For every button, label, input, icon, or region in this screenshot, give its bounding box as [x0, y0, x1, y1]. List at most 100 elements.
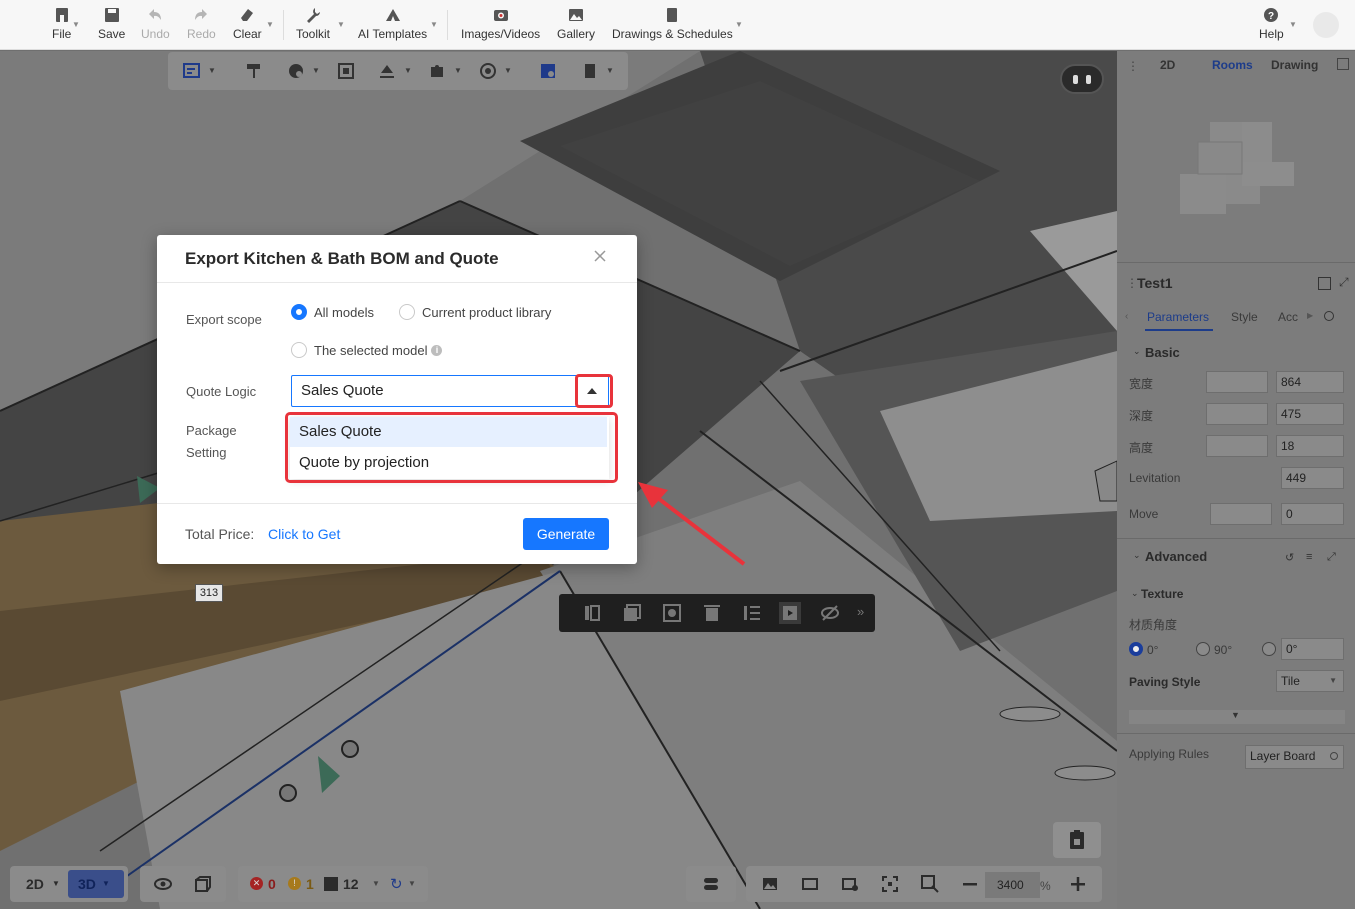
images-videos-button[interactable]: Images/Videos: [461, 6, 540, 41]
get-total-price-link[interactable]: Click to Get: [268, 526, 340, 542]
drag-handle-icon[interactable]: ⋮: [1127, 59, 1139, 73]
vr-toggle[interactable]: [1060, 64, 1104, 94]
fit-view-icon[interactable]: [880, 874, 900, 894]
angle-90-label: 90°: [1214, 643, 1233, 657]
numbered-list-icon[interactable]: [741, 602, 763, 624]
view-2d-button[interactable]: 2D: [26, 876, 44, 892]
basic-section-title[interactable]: Basic: [1145, 345, 1180, 360]
render-settings-icon[interactable]: [538, 61, 558, 81]
refresh-icon[interactable]: ↻: [390, 875, 403, 893]
width-field[interactable]: 864: [1276, 371, 1344, 393]
levitation-field[interactable]: 449: [1281, 467, 1344, 489]
search-icon[interactable]: [1324, 311, 1334, 321]
tab-rooms[interactable]: Rooms: [1212, 58, 1253, 72]
paving-style-select[interactable]: Tile ▼: [1276, 670, 1344, 692]
height-field[interactable]: 18: [1276, 435, 1344, 457]
chevron-right-icon[interactable]: ▶: [1307, 311, 1313, 320]
depth-direction-buttons[interactable]: [1206, 403, 1268, 425]
scope-all-models-label: All models: [314, 304, 374, 320]
collapse-bar[interactable]: ▼: [1129, 710, 1345, 724]
angle-90-radio[interactable]: [1196, 642, 1210, 656]
expand-icon[interactable]: »: [857, 604, 864, 619]
mirror-icon[interactable]: [779, 602, 801, 624]
list-icon[interactable]: ≡: [1306, 551, 1312, 563]
zoom-window-icon[interactable]: [920, 874, 940, 894]
scope-current-library-radio[interactable]: Current product library: [399, 304, 551, 320]
redo-button[interactable]: Redo: [187, 6, 216, 41]
move-direction-buttons[interactable]: [1210, 503, 1272, 525]
close-icon[interactable]: [593, 249, 607, 263]
quote-logic-select[interactable]: Sales Quote: [291, 375, 609, 407]
reset-icon[interactable]: ↺: [1285, 551, 1294, 564]
crop-view-icon[interactable]: [800, 874, 820, 894]
display-tools: [140, 866, 226, 902]
move-field[interactable]: 0: [1281, 503, 1344, 525]
clear-button[interactable]: Clear: [233, 6, 262, 41]
help-menu-button[interactable]: ? Help: [1259, 6, 1284, 41]
depth-field[interactable]: 475: [1276, 403, 1344, 425]
avatar[interactable]: [1313, 12, 1339, 38]
chevron-down-icon: ▼: [404, 66, 412, 75]
undo-button[interactable]: Undo: [141, 6, 170, 41]
zoom-out-icon[interactable]: [960, 874, 980, 894]
gallery-button[interactable]: Gallery: [557, 6, 595, 41]
plugin-icon[interactable]: [427, 61, 447, 81]
advanced-section-title[interactable]: Advanced: [1145, 549, 1207, 564]
subtab-parameters[interactable]: Parameters: [1147, 310, 1209, 324]
subtab-accessories[interactable]: Acc: [1278, 310, 1298, 324]
zoom-in-icon[interactable]: [1068, 874, 1088, 894]
toolkit-menu-button[interactable]: Toolkit: [296, 6, 330, 41]
camera-settings-icon[interactable]: [840, 874, 860, 894]
ai-templates-menu-button[interactable]: AI Templates: [358, 6, 427, 41]
hide-icon[interactable]: [819, 602, 841, 624]
applying-rules-select[interactable]: Layer Board: [1245, 745, 1344, 769]
angle-0-label: 0°: [1147, 643, 1159, 657]
width-direction-buttons[interactable]: [1206, 371, 1268, 393]
subtab-style[interactable]: Style: [1231, 310, 1258, 324]
file-menu-button[interactable]: File: [52, 6, 71, 41]
view-3d-button[interactable]: 3D: [78, 876, 96, 892]
select-tool-icon[interactable]: [182, 61, 202, 81]
issue-checker[interactable]: ✕ 0 ! 1 12 ▼ ↻ ▼: [238, 866, 428, 902]
angle-custom-radio[interactable]: [1262, 642, 1276, 656]
save-button[interactable]: Save: [98, 6, 125, 41]
angle-0-radio[interactable]: [1129, 642, 1143, 656]
cube-icon[interactable]: [192, 874, 212, 894]
align-icon[interactable]: [581, 602, 603, 624]
chevron-down-icon: ▼: [1329, 676, 1337, 685]
paint-roller-icon[interactable]: [244, 61, 264, 81]
edit-icon[interactable]: [1318, 277, 1331, 290]
angle-custom-field[interactable]: 0°: [1281, 638, 1344, 660]
eye-icon[interactable]: [153, 874, 173, 894]
clipboard-button[interactable]: [1053, 822, 1101, 858]
panel-toggle-icon[interactable]: [1337, 58, 1349, 70]
info-icon[interactable]: i: [431, 344, 443, 356]
home-icon: [55, 8, 68, 22]
texture-section-title[interactable]: Texture: [1141, 587, 1183, 601]
delete-icon[interactable]: [701, 602, 723, 624]
toggle-dot-icon: [1073, 75, 1078, 84]
generate-button[interactable]: Generate: [523, 518, 609, 550]
material-icon[interactable]: [286, 61, 306, 81]
scope-selected-model-radio[interactable]: The selected model i: [291, 342, 443, 358]
chevron-left-icon[interactable]: ‹: [1125, 311, 1128, 322]
fill-icon[interactable]: [377, 61, 397, 81]
height-direction-buttons[interactable]: [1206, 435, 1268, 457]
drawings-schedules-menu-button[interactable]: Drawings & Schedules: [612, 6, 733, 41]
floorplan-minimap[interactable]: [1180, 120, 1295, 215]
frame-select-icon[interactable]: [336, 61, 356, 81]
copy-icon[interactable]: [621, 602, 643, 624]
image-icon[interactable]: [760, 874, 780, 894]
expand-icon[interactable]: ⤢: [1327, 551, 1336, 564]
info-count: 12: [343, 876, 359, 892]
target-icon[interactable]: [478, 61, 498, 81]
replace-icon[interactable]: [661, 602, 683, 624]
tab-drawing[interactable]: Drawing: [1271, 58, 1318, 72]
scope-all-models-radio[interactable]: All models: [291, 304, 374, 320]
expand-icon[interactable]: ⤢: [1339, 275, 1349, 290]
tab-2d[interactable]: 2D: [1160, 58, 1175, 72]
total-price-label: Total Price:: [185, 526, 255, 542]
zoom-level-input[interactable]: 3400: [985, 872, 1040, 898]
toggle-icon[interactable]: [701, 874, 721, 894]
clipboard-icon[interactable]: [580, 61, 600, 81]
